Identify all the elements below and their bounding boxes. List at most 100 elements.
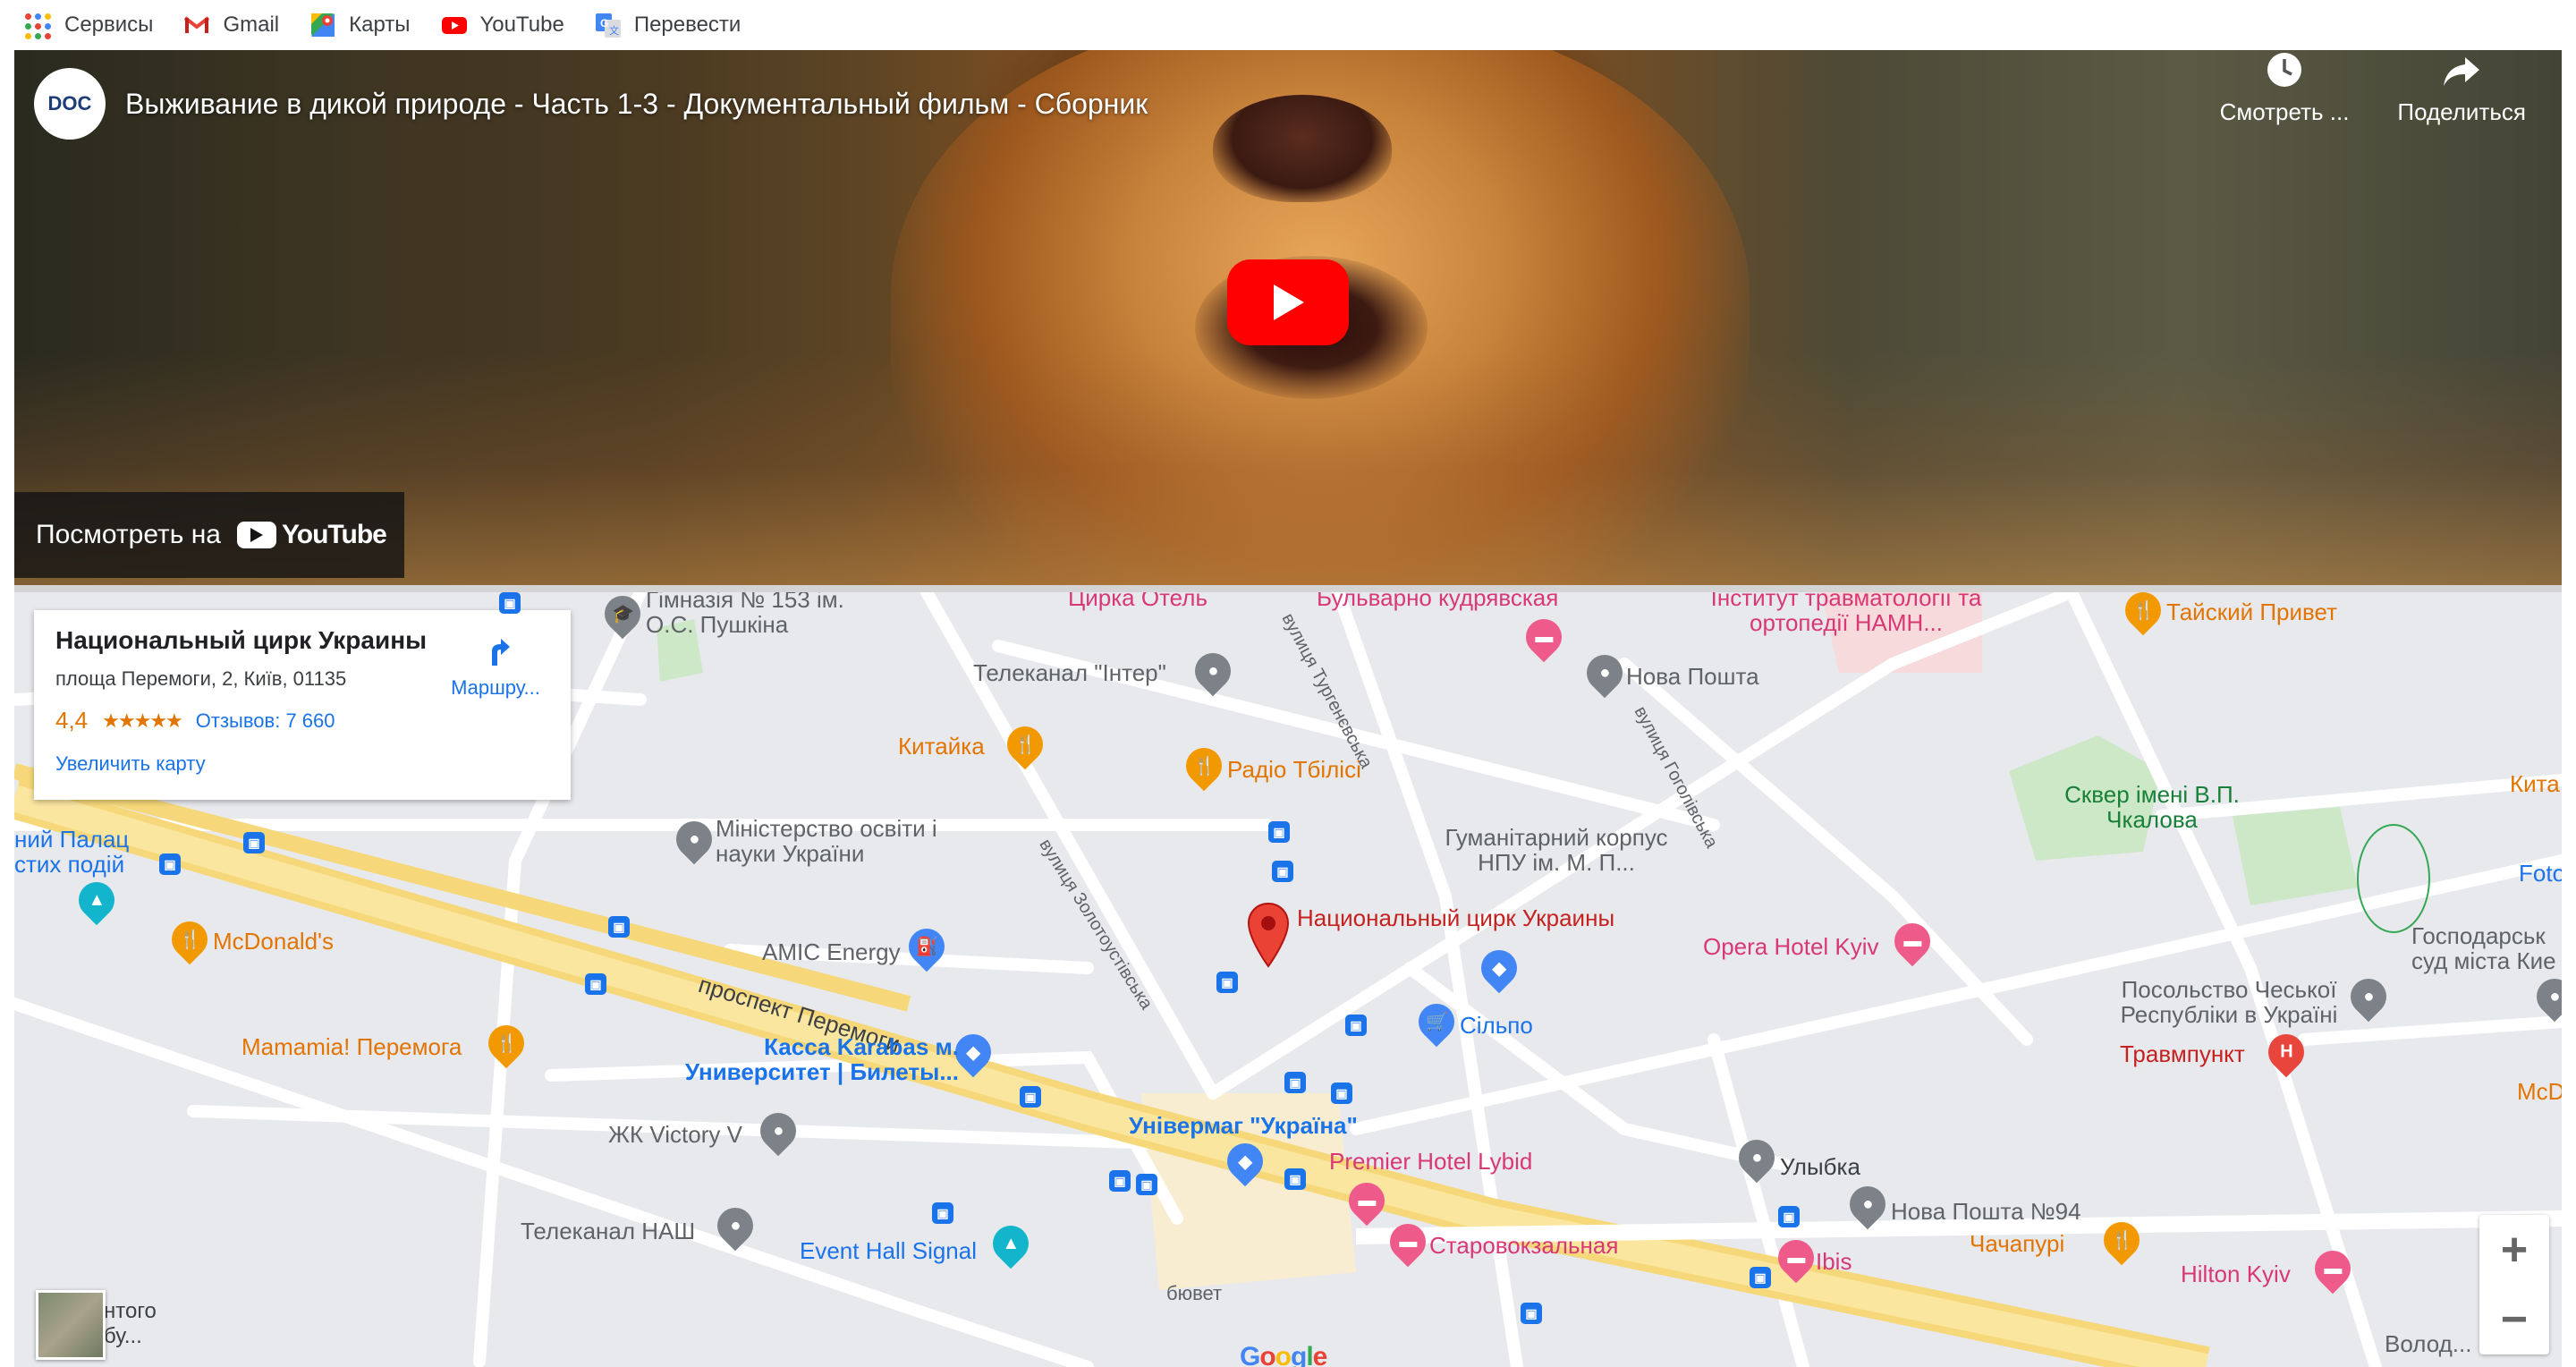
poi-court[interactable]: Господарськ суд міста Кие — [2411, 923, 2562, 973]
poi-thai[interactable]: Тайский Привет — [2166, 599, 2337, 624]
svg-text:文: 文 — [609, 24, 619, 37]
poi-hilton[interactable]: Hilton Kyiv — [2181, 1261, 2291, 1286]
bus-stop-icon[interactable]: ▣ — [1268, 821, 1290, 843]
poi-kitaika[interactable]: Китайка — [898, 734, 985, 759]
poi-univermag[interactable]: Універмаг "Україна" — [1129, 1113, 1358, 1138]
bookmark-label: Карты — [349, 13, 411, 37]
bus-stop-icon[interactable]: ▣ — [1284, 1168, 1306, 1190]
zoom-out-button[interactable]: − — [2479, 1285, 2549, 1354]
poi-starovokz[interactable]: Старовокзальная — [1429, 1233, 1618, 1258]
poi-ministry[interactable]: Міністерство освіти і науки України — [716, 816, 984, 866]
poi-mcd-right[interactable]: McD — [2517, 1079, 2562, 1104]
youtube-logo: YouTube — [236, 520, 387, 550]
youtube-wordmark: YouTube — [281, 520, 387, 549]
video-header: DOC Выживание в дикой природе - Часть 1-… — [34, 68, 1148, 140]
bookmark-maps[interactable]: Карты — [309, 12, 411, 38]
poi-ulybka[interactable]: Улыбка — [1780, 1154, 1860, 1179]
poi-inter[interactable]: Телеканал "Інтер" — [973, 660, 1166, 685]
share-button[interactable]: Поделиться — [2397, 50, 2526, 126]
poi-amic[interactable]: AMIC Energy — [762, 939, 901, 964]
channel-logo[interactable]: DOC — [34, 68, 106, 140]
zoom-in-button[interactable]: + — [2479, 1215, 2549, 1285]
thumbnail-detail — [1213, 95, 1392, 202]
bus-stop-icon[interactable]: ▣ — [585, 973, 606, 995]
bus-stop-icon[interactable]: ▣ — [1216, 972, 1238, 993]
poi-nova-poshta[interactable]: Нова Пошта — [1626, 664, 1759, 689]
poi-radio[interactable]: Радіо Тбілісі — [1227, 757, 1361, 782]
poi-premier[interactable]: Premier Hotel Lybid — [1329, 1149, 1532, 1174]
video-title[interactable]: Выживание в дикой природе - Часть 1-3 - … — [125, 88, 1148, 121]
poi-mcdonalds[interactable]: McDonald's — [213, 929, 334, 954]
directions-button[interactable]: Маршру... — [442, 630, 549, 700]
poi-event-hall[interactable]: Event Hall Signal — [800, 1238, 977, 1263]
main-place-label[interactable]: Национальный цирк Украины — [1297, 905, 1614, 930]
gmail-icon — [183, 12, 210, 38]
poi-humanitarian[interactable]: Гуманітарний корпус НПУ ім. М. П... — [1422, 825, 1690, 875]
poi-victory[interactable]: ЖК Victory V — [608, 1122, 742, 1147]
google-map[interactable]: Национальный цирк Украины площа Перемоги… — [14, 592, 2562, 1367]
poi-mamamia[interactable]: Mamamia! Перемога — [242, 1034, 462, 1059]
bus-stop-icon[interactable]: ▣ — [1109, 1170, 1131, 1192]
bookmark-label: YouTube — [479, 13, 564, 37]
poi-karabas[interactable]: Касса Karabas м. Университет | Билеты... — [673, 1034, 959, 1084]
youtube-icon — [441, 12, 468, 38]
watch-later-label: Смотреть ... — [2219, 98, 2350, 125]
poi-silpo[interactable]: Сільпо — [1460, 1013, 1533, 1038]
share-icon — [2442, 50, 2481, 89]
poi-palace[interactable]: ний Палац стих подій — [14, 827, 157, 877]
bookmark-label: Сервисы — [64, 13, 154, 37]
poi-skver[interactable]: Сквер імені В.П. Чкалова — [2054, 782, 2250, 832]
watch-on-label: Посмотреть на — [36, 520, 221, 549]
poi-buvet: бювет — [1166, 1282, 1223, 1304]
enlarge-map-link[interactable]: Увеличить карту — [55, 752, 549, 776]
poi-institute[interactable]: Інститут травматології та ортопедії НАМН… — [1703, 592, 1989, 635]
reviews-link[interactable]: Отзывов: 7 660 — [196, 709, 335, 733]
bus-stop-icon[interactable]: ▣ — [932, 1202, 953, 1224]
rating-stars: ★★★★★ — [102, 709, 183, 732]
directions-icon — [492, 639, 510, 666]
poi-nova94[interactable]: Нова Пошта №94 — [1891, 1199, 2081, 1224]
satellite-toggle[interactable] — [36, 1290, 106, 1360]
main-place-marker[interactable] — [1247, 902, 1290, 972]
poi-opera-hotel[interactable]: Opera Hotel Kyiv — [1703, 934, 1879, 959]
youtube-embed[interactable]: DOC Выживание в дикой природе - Часть 1-… — [14, 50, 2562, 585]
directions-label: Маршру... — [451, 676, 540, 699]
bookmark-translate[interactable]: G文 Перевести — [595, 12, 741, 38]
bus-stop-icon[interactable]: ▣ — [1136, 1174, 1157, 1195]
poi-ibis[interactable]: Ibis — [1816, 1249, 1852, 1274]
bookmark-youtube[interactable]: YouTube — [441, 12, 564, 38]
bus-stop-icon[interactable]: ▣ — [1272, 861, 1293, 882]
bus-stop-icon[interactable]: ▣ — [1331, 1083, 1352, 1104]
red-pin-icon — [1247, 902, 1290, 968]
poi-circus-hotel[interactable]: Цирка Отель — [1068, 592, 1208, 610]
zoom-control: + − — [2479, 1215, 2549, 1354]
poi-chachapuri[interactable]: Чачапурі — [1970, 1231, 2064, 1256]
poi-kita[interactable]: Кита — [2510, 771, 2560, 796]
bus-stop-icon[interactable]: ▣ — [608, 916, 630, 938]
poi-bulvarno[interactable]: Бульварно кудрявская — [1317, 592, 1558, 610]
bookmark-gmail[interactable]: Gmail — [183, 12, 279, 38]
poi-embassy[interactable]: Посольство Чеської Республіки в Україні — [2104, 977, 2354, 1027]
bus-stop-icon[interactable]: ▣ — [243, 832, 265, 853]
youtube-play-icon — [236, 522, 276, 548]
watch-later-button[interactable]: Смотреть ... — [2219, 50, 2350, 126]
bus-stop-icon[interactable]: ▣ — [1020, 1086, 1041, 1108]
poi-volod[interactable]: Волод... — [2385, 1331, 2471, 1356]
bus-stop-icon[interactable]: ▣ — [1345, 1015, 1367, 1036]
apps-grid-icon — [25, 12, 52, 39]
bookmark-services[interactable]: Сервисы — [25, 12, 154, 39]
poi-gymnasium[interactable]: Гімназія № 153 ім. О.С. Пушкіна — [646, 592, 860, 637]
poi-travmpunkt[interactable]: Травмпункт — [2120, 1041, 2245, 1066]
bus-stop-icon[interactable]: ▣ — [1521, 1303, 1542, 1324]
bus-stop-icon[interactable]: ▣ — [1750, 1267, 1771, 1288]
bus-stop-icon[interactable]: ▣ — [1284, 1072, 1306, 1093]
bus-stop-icon[interactable]: ▣ — [159, 853, 181, 875]
poi-foto[interactable]: Foto — [2519, 861, 2562, 886]
place-rating-row: 4,4 ★★★★★ Отзывов: 7 660 — [55, 707, 549, 734]
watch-on-youtube-button[interactable]: Посмотреть на YouTube — [14, 492, 404, 578]
bookmark-label: Gmail — [223, 13, 280, 37]
poi-nash[interactable]: Телеканал НАШ — [521, 1218, 695, 1244]
bus-stop-icon[interactable]: ▣ — [1778, 1206, 1800, 1227]
play-button[interactable] — [1227, 259, 1349, 345]
bus-stop-icon[interactable]: ▣ — [499, 592, 521, 614]
